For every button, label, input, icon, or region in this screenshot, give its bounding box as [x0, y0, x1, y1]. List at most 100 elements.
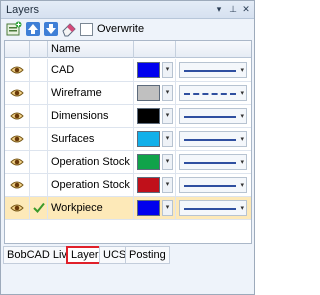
chevron-down-icon[interactable]: ▾ [162, 62, 173, 78]
layer-row[interactable]: Operation Stock 1 ▾ ▾ [5, 151, 251, 174]
layer-row[interactable]: Surfaces ▾ ▾ [5, 128, 251, 151]
line-style-cell[interactable]: ▾ [176, 105, 251, 127]
layers-toolbar: Overwrite [1, 19, 254, 39]
layer-color-cell[interactable]: ▾ [134, 174, 176, 196]
color-swatch[interactable] [137, 131, 160, 147]
chevron-down-icon[interactable]: ▾ [240, 133, 244, 146]
line-style-cell[interactable]: ▾ [176, 82, 251, 104]
visibility-cell[interactable] [5, 151, 30, 173]
line-sample [184, 70, 236, 72]
eye-icon[interactable] [10, 65, 24, 78]
layer-name[interactable]: Surfaces [48, 128, 134, 150]
layer-color-cell[interactable]: ▾ [134, 151, 176, 173]
layer-color-cell[interactable]: ▾ [134, 59, 176, 81]
header-line-style[interactable] [176, 41, 251, 58]
chevron-down-icon[interactable]: ▾ [162, 154, 173, 170]
line-style-cell[interactable]: ▾ [176, 174, 251, 196]
layers-panel: Layers ▾ ⊥ ✕ Overwrite Name CAD ▾ ▾ Wire… [0, 0, 255, 295]
eye-icon[interactable] [10, 111, 24, 124]
visibility-cell[interactable] [5, 128, 30, 150]
header-name[interactable]: Name [48, 41, 134, 58]
line-style-cell[interactable]: ▾ [176, 197, 251, 219]
header-current[interactable] [30, 41, 48, 58]
line-style-dropdown[interactable]: ▾ [179, 108, 247, 124]
eye-icon[interactable] [10, 157, 24, 170]
chevron-down-icon[interactable]: ▾ [162, 200, 173, 216]
line-style-cell[interactable]: ▾ [176, 59, 251, 81]
eye-icon[interactable] [10, 88, 24, 101]
layer-color-cell[interactable]: ▾ [134, 128, 176, 150]
layer-name[interactable]: Operation Stock 1 [48, 151, 134, 173]
line-style-cell[interactable]: ▾ [176, 151, 251, 173]
layer-name[interactable]: CAD [48, 59, 134, 81]
color-swatch[interactable] [137, 108, 160, 124]
line-style-dropdown[interactable]: ▾ [179, 177, 247, 193]
header-color[interactable] [134, 41, 176, 58]
header-visible[interactable] [5, 41, 30, 58]
panel-footer [1, 265, 254, 294]
current-layer-cell[interactable] [30, 174, 48, 196]
eye-icon[interactable] [10, 134, 24, 147]
color-swatch[interactable] [137, 177, 160, 193]
close-icon[interactable]: ✕ [240, 3, 252, 16]
chevron-down-icon[interactable]: ▾ [162, 177, 173, 193]
move-up-icon[interactable] [25, 21, 41, 37]
color-swatch[interactable] [137, 62, 160, 78]
chevron-down-icon[interactable]: ▾ [240, 202, 244, 215]
current-layer-cell[interactable] [30, 105, 48, 127]
visibility-cell[interactable] [5, 105, 30, 127]
current-layer-cell[interactable] [30, 197, 48, 219]
layer-color-cell[interactable]: ▾ [134, 82, 176, 104]
color-swatch[interactable] [137, 200, 160, 216]
layer-name[interactable]: Workpiece [48, 197, 134, 219]
line-style-dropdown[interactable]: ▾ [179, 131, 247, 147]
current-layer-cell[interactable] [30, 82, 48, 104]
current-layer-cell[interactable] [30, 59, 48, 81]
tab-posting[interactable]: Posting [125, 246, 170, 264]
chevron-down-icon[interactable]: ▾ [240, 87, 244, 100]
current-layer-cell[interactable] [30, 151, 48, 173]
layer-color-cell[interactable]: ▾ [134, 197, 176, 219]
layer-row[interactable]: CAD ▾ ▾ [5, 59, 251, 82]
layer-color-cell[interactable]: ▾ [134, 105, 176, 127]
eye-icon[interactable] [10, 203, 24, 216]
layer-name[interactable]: Operation Stock 2 [48, 174, 134, 196]
line-style-dropdown[interactable]: ▾ [179, 62, 247, 78]
add-layer-icon[interactable] [6, 21, 22, 37]
layer-row[interactable]: Workpiece ▾ ▾ [5, 197, 251, 220]
eye-icon[interactable] [10, 180, 24, 193]
grid-header: Name [5, 41, 251, 58]
panel-title: Layers [6, 4, 40, 16]
delete-layer-icon[interactable] [61, 21, 77, 37]
chevron-down-icon[interactable]: ▾ [162, 85, 173, 101]
visibility-cell[interactable] [5, 174, 30, 196]
color-swatch[interactable] [137, 154, 160, 170]
layer-row[interactable]: Dimensions ▾ ▾ [5, 105, 251, 128]
pin-icon[interactable]: ⊥ [227, 3, 239, 16]
line-style-dropdown[interactable]: ▾ [179, 154, 247, 170]
layer-name[interactable]: Dimensions [48, 105, 134, 127]
panel-tabs: BobCAD Live Layers UCS Posting [1, 245, 254, 265]
visibility-cell[interactable] [5, 197, 30, 219]
chevron-down-icon[interactable]: ▾ [240, 156, 244, 169]
visibility-cell[interactable] [5, 82, 30, 104]
chevron-down-icon[interactable]: ▾ [240, 64, 244, 77]
line-style-dropdown[interactable]: ▾ [179, 85, 247, 101]
overwrite-checkbox[interactable]: Overwrite [80, 22, 144, 36]
current-layer-cell[interactable] [30, 128, 48, 150]
checkbox-box[interactable] [80, 22, 93, 36]
line-sample [184, 208, 236, 210]
chevron-down-icon[interactable]: ▾ [162, 108, 173, 124]
line-style-dropdown[interactable]: ▾ [179, 200, 247, 216]
color-swatch[interactable] [137, 85, 160, 101]
layer-row[interactable]: Operation Stock 2 ▾ ▾ [5, 174, 251, 197]
panel-menu-button[interactable]: ▾ [213, 3, 225, 16]
visibility-cell[interactable] [5, 59, 30, 81]
chevron-down-icon[interactable]: ▾ [240, 179, 244, 192]
layer-name[interactable]: Wireframe [48, 82, 134, 104]
line-style-cell[interactable]: ▾ [176, 128, 251, 150]
layer-row[interactable]: Wireframe ▾ ▾ [5, 82, 251, 105]
chevron-down-icon[interactable]: ▾ [240, 110, 244, 123]
chevron-down-icon[interactable]: ▾ [162, 131, 173, 147]
move-down-icon[interactable] [43, 21, 59, 37]
